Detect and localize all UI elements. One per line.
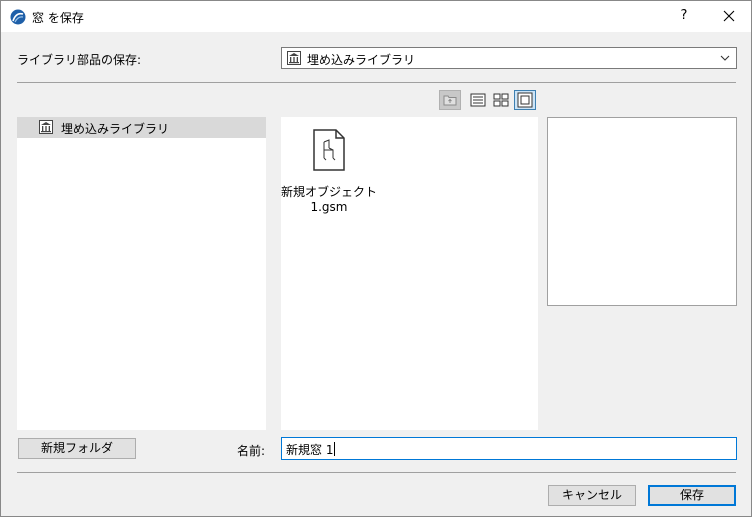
up-folder-icon: [443, 95, 457, 106]
top-divider: [17, 82, 736, 83]
name-label: 名前:: [237, 444, 266, 458]
name-input-value: 新規窓 1: [286, 443, 334, 457]
list-view-icon: [470, 93, 486, 107]
save-dialog: 窓 を保存 ? ライブラリ部品の保存: 埋め込みライブラリ 埋め込みライブラリ …: [0, 0, 752, 517]
file-name-line1: 新規オブジェクト: [281, 185, 378, 199]
library-building-icon: [287, 51, 301, 65]
help-button[interactable]: ?: [672, 4, 696, 28]
title-bar: 窓 を保存 ?: [1, 1, 751, 32]
grid-view-icon: [493, 93, 509, 107]
window-title: 窓 を保存: [32, 11, 84, 25]
gsm-object-file-icon: [313, 129, 345, 171]
file-item[interactable]: 新規オブジェクト 1.gsm: [281, 125, 377, 225]
name-input[interactable]: 新規窓 1: [281, 437, 737, 460]
save-location-select[interactable]: 埋め込みライブラリ: [281, 47, 737, 69]
bottom-divider: [17, 472, 736, 473]
up-folder-button[interactable]: [439, 90, 461, 110]
archicad-icon: [10, 9, 26, 25]
preview-view-icon: [517, 92, 533, 108]
library-tree: 埋め込みライブラリ: [17, 117, 266, 430]
preview-pane: [547, 117, 737, 306]
new-folder-button[interactable]: 新規フォルダ: [18, 438, 136, 459]
library-building-icon: [39, 120, 53, 134]
text-caret: [334, 442, 336, 456]
grid-view-button[interactable]: [490, 90, 512, 110]
save-location-label: ライブラリ部品の保存:: [17, 53, 142, 67]
close-icon: [723, 10, 735, 22]
save-button[interactable]: 保存: [648, 485, 736, 506]
list-view-button[interactable]: [467, 90, 489, 110]
close-button[interactable]: [714, 4, 744, 28]
tree-item-embedded-library[interactable]: 埋め込みライブラリ: [17, 117, 266, 138]
preview-view-button[interactable]: [514, 90, 536, 110]
file-browser: 新規オブジェクト 1.gsm: [281, 117, 538, 430]
tree-item-label: 埋め込みライブラリ: [61, 122, 170, 136]
file-name-line2: 1.gsm: [310, 200, 348, 214]
cancel-button[interactable]: キャンセル: [548, 485, 636, 506]
save-location-value: 埋め込みライブラリ: [307, 53, 416, 67]
chevron-down-icon: [720, 55, 730, 61]
file-name: 新規オブジェクト 1.gsm: [281, 185, 377, 215]
